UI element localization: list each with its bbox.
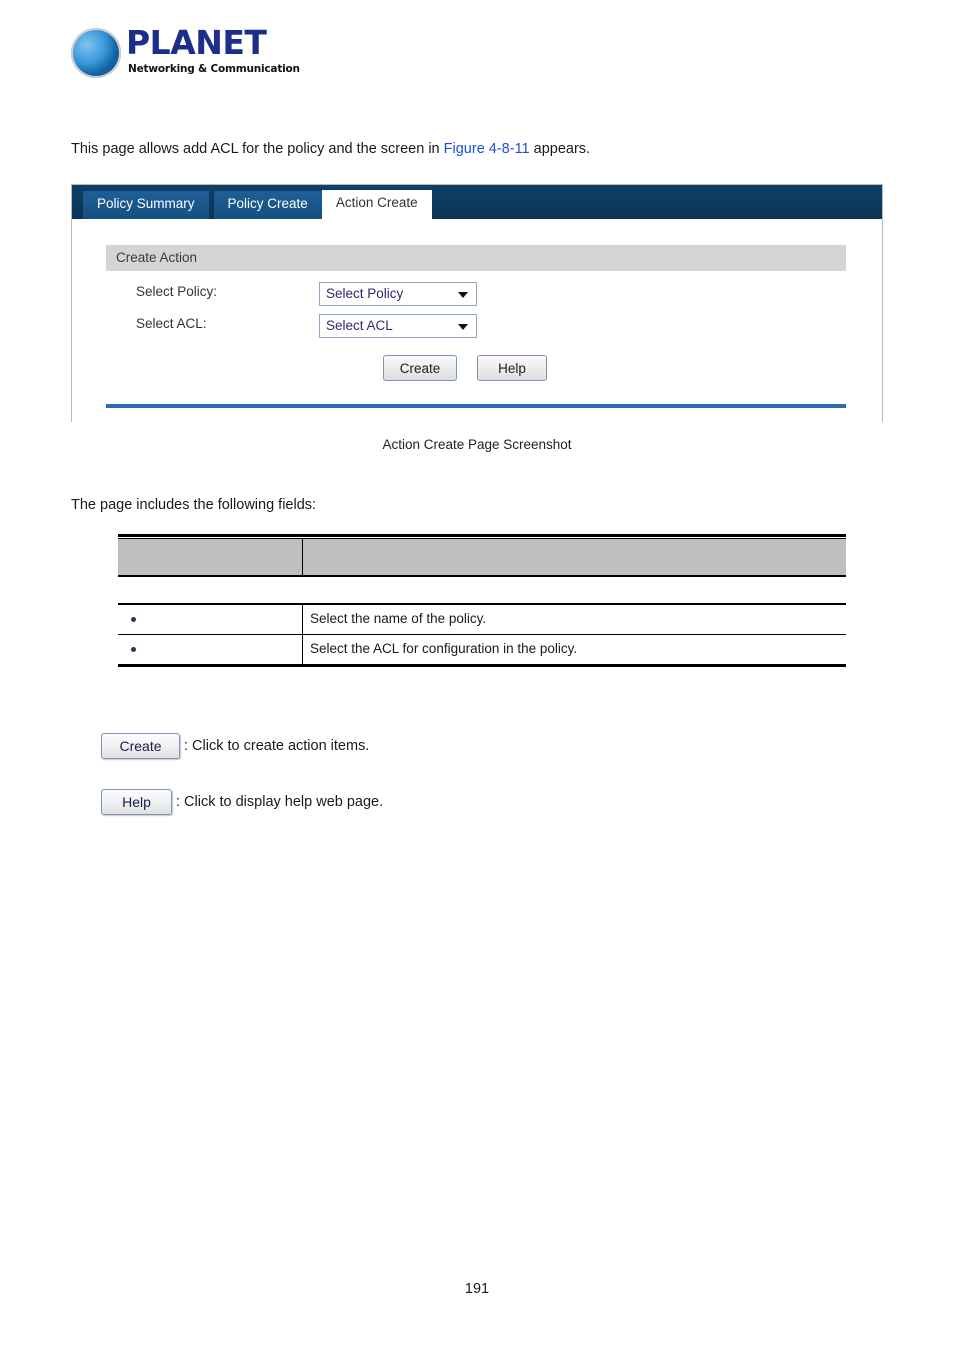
- table-spacer: [118, 577, 846, 603]
- logo-tagline: Networking & Communication: [128, 63, 300, 75]
- create-action-section-header: Create Action: [106, 245, 846, 271]
- select-policy-row: Select Policy: Select Policy: [72, 282, 882, 306]
- select-policy-value: Select Policy: [326, 286, 404, 301]
- chevron-down-icon: [458, 292, 468, 298]
- planet-logo: PLANET Networking & Communication: [71, 24, 311, 82]
- figure-caption: Action Create Page Screenshot: [382, 437, 572, 452]
- bullet-icon: [131, 617, 136, 622]
- tab-policy-summary[interactable]: Policy Summary: [83, 191, 209, 219]
- field-description-table: Select the name of the policy. Select th…: [118, 534, 846, 667]
- fields-intro-text: The page includes the following fields:: [71, 497, 317, 513]
- table-cell-description: Select the name of the policy.: [310, 611, 487, 626]
- intro-text-after: appears.: [529, 141, 591, 157]
- help-button[interactable]: Help: [477, 355, 547, 381]
- chevron-down-icon: [458, 324, 468, 330]
- create-button-sample[interactable]: Create: [101, 733, 180, 759]
- table-cell-object: [118, 635, 303, 664]
- help-button-sample[interactable]: Help: [101, 789, 172, 815]
- table-cell-object: [118, 605, 303, 634]
- create-action-section-title: Create Action: [116, 250, 198, 265]
- table-row: Select the name of the policy.: [118, 605, 846, 635]
- table-cell-description: Select the ACL for configuration in the …: [310, 641, 578, 656]
- intro-text-before: This page allows add ACL for the policy …: [71, 141, 444, 157]
- screenshot-tab-bar: Policy Summary Policy Create Action Crea…: [72, 185, 882, 219]
- select-acl-dropdown[interactable]: Select ACL: [319, 314, 477, 338]
- tab-list: Policy Summary Policy Create Action Crea…: [83, 185, 432, 219]
- table-header-row: [118, 538, 846, 577]
- select-policy-dropdown[interactable]: Select Policy: [319, 282, 477, 306]
- select-acl-label: Select ACL:: [136, 316, 207, 331]
- help-button-description: : Click to display help web page.: [176, 794, 384, 810]
- table-header-object: [118, 539, 303, 575]
- select-policy-label: Select Policy:: [136, 284, 218, 299]
- tab-policy-create[interactable]: Policy Create: [213, 191, 322, 219]
- table-body: Select the name of the policy. Select th…: [118, 603, 846, 667]
- table-header-description: [303, 539, 846, 575]
- create-button-description: : Click to create action items.: [184, 738, 370, 754]
- panel-accent-rule: [106, 404, 846, 408]
- planet-globe-logo-icon: [71, 28, 121, 78]
- select-acl-row: Select ACL: Select ACL: [72, 314, 882, 338]
- create-button[interactable]: Create: [383, 355, 457, 381]
- legend-help-row: Help : Click to display help web page.: [101, 789, 383, 815]
- table-row: Select the ACL for configuration in the …: [118, 635, 846, 664]
- intro-paragraph: This page allows add ACL for the policy …: [71, 139, 590, 159]
- screenshot-panel: Policy Summary Policy Create Action Crea…: [71, 184, 883, 422]
- screenshot-content: Create Action Select Policy: Select Poli…: [72, 219, 882, 422]
- tab-action-create[interactable]: Action Create: [321, 190, 432, 219]
- figure-reference-link[interactable]: Figure 4-8-11: [444, 141, 530, 157]
- bullet-icon: [131, 647, 136, 652]
- page-number: 191: [464, 1281, 490, 1297]
- logo-wordmark: PLANET: [126, 23, 267, 62]
- legend-create-row: Create : Click to create action items.: [101, 733, 369, 759]
- select-acl-value: Select ACL: [326, 318, 393, 333]
